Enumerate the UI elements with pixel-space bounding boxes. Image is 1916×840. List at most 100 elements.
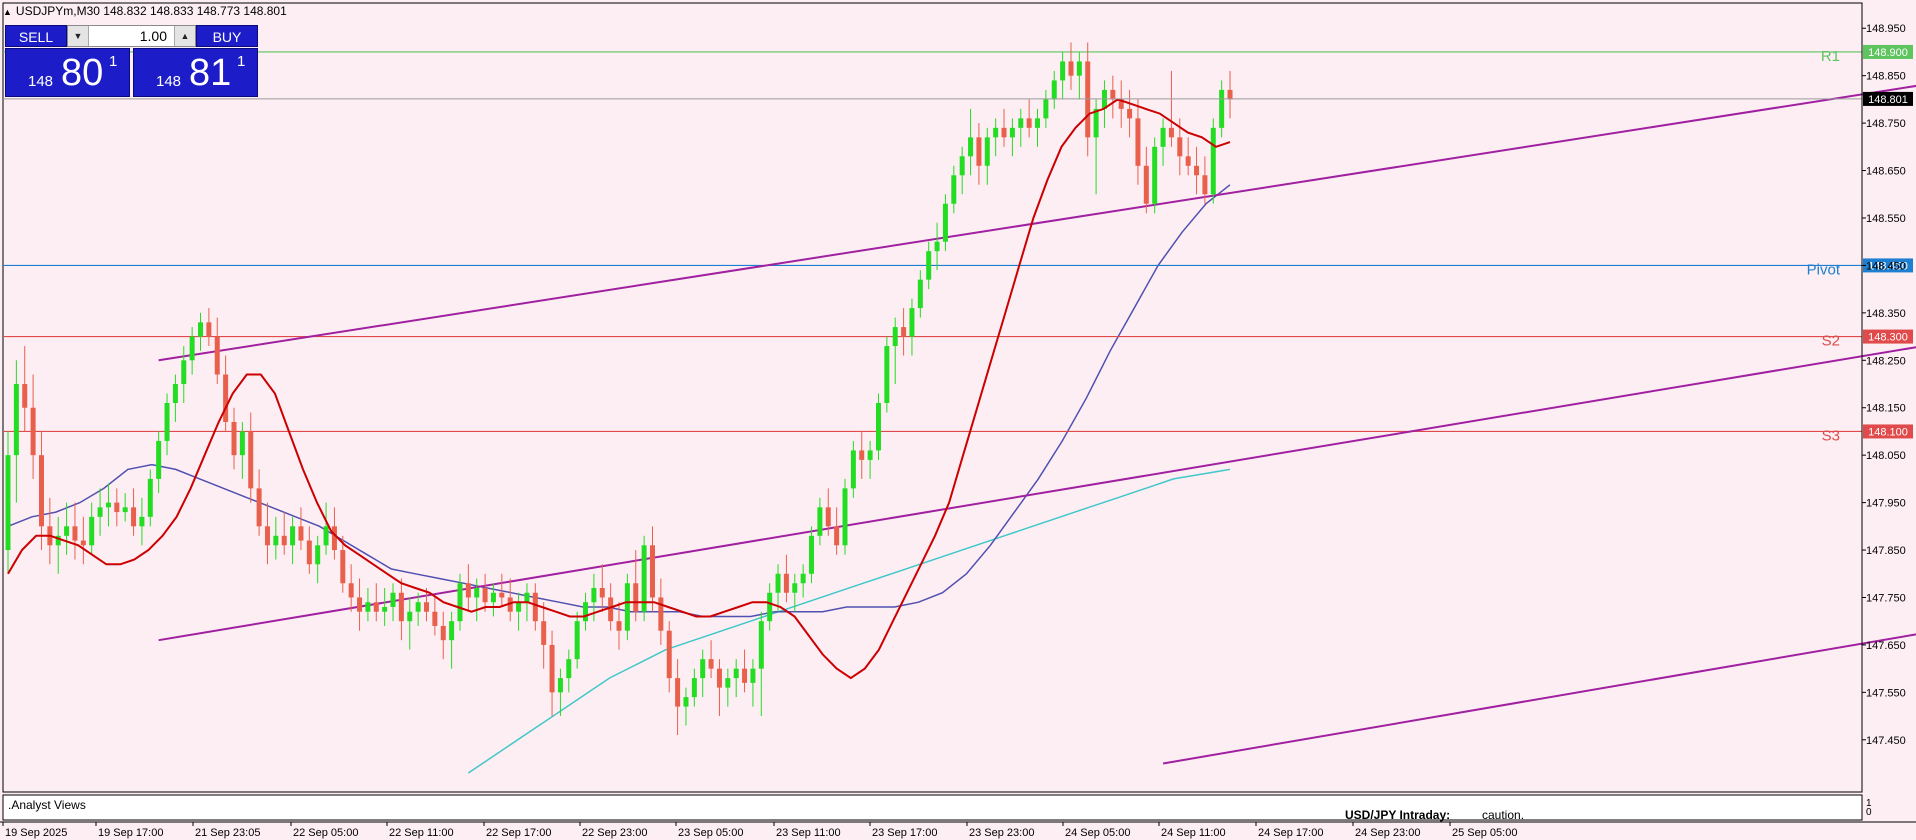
ask-price-button[interactable]: 148 81 1 (133, 48, 258, 97)
candle-body (38, 455, 44, 527)
candle-body (214, 336, 220, 375)
collapse-triangle-icon[interactable]: ▲ (3, 7, 12, 17)
candle-body (742, 668, 748, 683)
candle-body (139, 516, 145, 527)
candle-body (666, 630, 672, 679)
lot-size-field[interactable]: ▼ 1.00 ▲ (67, 25, 196, 47)
x-tick-label: 22 Sep 23:00 (582, 827, 647, 839)
candle-body (942, 203, 948, 242)
one-click-trade-panel: SELL ▼ 1.00 ▲ BUY 148 80 1 148 81 1 (5, 25, 258, 97)
level-name-s2: S2 (1822, 333, 1840, 350)
candle-body (114, 502, 120, 513)
candle-body (340, 550, 346, 584)
y-tick-label: 147.750 (1866, 592, 1906, 604)
indicator-text-bold: USD/JPY Intraday: (1345, 808, 1450, 822)
candle-body (700, 659, 706, 679)
candle-body (13, 384, 19, 456)
candle-body (424, 602, 429, 612)
candle-body (1060, 61, 1066, 81)
candle-body (976, 137, 982, 166)
candle-body (683, 697, 689, 707)
symbol-header: ▲ USDJPYm,M30 148.832 148.833 148.773 148… (3, 4, 287, 18)
candle-body (901, 327, 907, 337)
price-chart[interactable]: R1 148.900Pivot 148.450S2 148.300S3 148.100 … (0, 0, 1916, 840)
candle-body (557, 678, 563, 693)
candle-body (80, 540, 86, 546)
candle-body (440, 625, 446, 641)
candle-body (64, 526, 70, 536)
candle (624, 573, 630, 641)
x-tick-label: 24 Sep 17:00 (1258, 827, 1323, 839)
candle-body (390, 592, 396, 607)
candle-body (382, 606, 388, 612)
candle-body (1219, 89, 1225, 128)
candle-body (156, 440, 162, 479)
candle-body (290, 526, 296, 546)
candle-body (490, 592, 496, 603)
candle-body (608, 597, 614, 622)
candle (641, 535, 647, 622)
lot-decrease-icon[interactable]: ▼ (68, 26, 89, 46)
candle (842, 478, 848, 555)
candle-body (1227, 89, 1233, 100)
candle-body (733, 668, 739, 679)
candle-body (465, 583, 471, 598)
candle-body (583, 602, 589, 622)
candle-body (541, 621, 547, 645)
bid-price-button[interactable]: 148 80 1 (5, 48, 130, 97)
candle-body (817, 507, 823, 536)
candle-body (875, 402, 881, 451)
candle-body (189, 336, 195, 361)
candle-body (516, 602, 522, 612)
candle-body (1210, 127, 1216, 195)
indicator-text: caution. (1482, 808, 1524, 822)
candle-body (172, 384, 178, 403)
candle (1152, 137, 1158, 214)
buy-button[interactable]: BUY (196, 25, 258, 47)
candle-body (800, 573, 806, 584)
candle-body (1110, 89, 1116, 100)
x-tick-label: 21 Sep 23:05 (195, 827, 260, 839)
candle-body (1001, 127, 1007, 138)
x-tick-label: 22 Sep 17:00 (486, 827, 551, 839)
candle-body (1194, 165, 1200, 176)
candle-body (1168, 127, 1174, 138)
candle-body (273, 535, 279, 546)
candle-body (432, 611, 438, 626)
candle-body (348, 583, 354, 598)
candle-body (850, 450, 856, 489)
candle-body (842, 488, 848, 546)
candle-body (1076, 61, 1082, 76)
bid-price-prefix: 148 (28, 73, 54, 90)
lot-increase-icon[interactable]: ▲ (174, 26, 195, 46)
candle-body (131, 507, 137, 527)
y-tick-label: 148.350 (1866, 308, 1906, 320)
x-tick-label: 22 Sep 11:00 (389, 827, 454, 839)
candle-body (298, 526, 304, 541)
candle-body (825, 507, 831, 527)
y-tick-label: 147.950 (1866, 498, 1906, 510)
candle-body (223, 374, 229, 422)
candle-body (147, 478, 153, 517)
candle-body (306, 540, 312, 565)
candle-body (775, 573, 781, 593)
sell-button[interactable]: SELL (5, 25, 67, 47)
candle-body (1068, 61, 1074, 76)
candle (1210, 118, 1216, 204)
candle-body (1160, 127, 1166, 147)
candle-body (649, 545, 655, 598)
candle-body (164, 402, 170, 441)
candle-body (415, 602, 421, 612)
x-tick-label: 23 Sep 23:00 (969, 827, 1034, 839)
lot-size-value[interactable]: 1.00 (140, 26, 167, 46)
x-tick-label: 23 Sep 05:00 (678, 827, 743, 839)
candle-body (181, 360, 187, 385)
candle-body (474, 587, 480, 598)
candle-body (524, 592, 530, 603)
candle-body (1143, 165, 1149, 204)
candle-body (834, 526, 840, 546)
symbol-info-text: USDJPYm,M30 148.832 148.833 148.773 148.… (15, 4, 287, 18)
candle-body (675, 678, 681, 707)
x-tick-label: 22 Sep 05:00 (293, 827, 358, 839)
y-tick-label: 148.850 (1866, 71, 1906, 83)
